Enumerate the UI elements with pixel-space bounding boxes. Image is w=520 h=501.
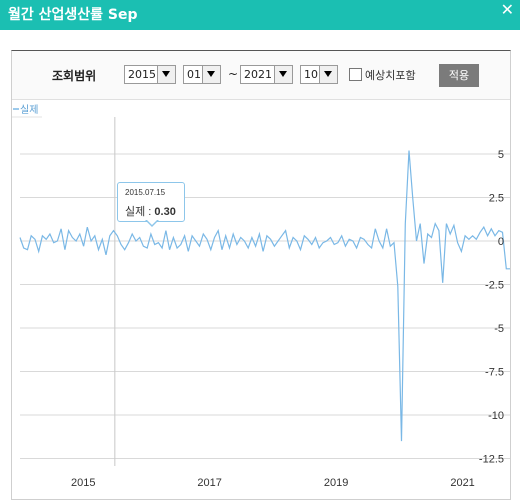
tooltip-arrow-inner [146, 219, 158, 225]
y-tick-label: 5 [498, 149, 504, 161]
y-tick-label: 0 [498, 236, 504, 248]
x-tick-label: 2021 [450, 477, 474, 489]
y-tick-label: 2.5 [489, 193, 504, 205]
x-tick-label: 2017 [197, 477, 221, 489]
y-tick-label: -10 [488, 410, 504, 422]
series-line-actual [19, 150, 510, 442]
tooltip-value-row: 실제 : 0.30 [125, 203, 176, 219]
y-tick-label: -2.5 [485, 280, 504, 292]
tooltip: 2015.07.15 실제 : 0.30 [117, 182, 185, 228]
y-tick-label: -12.5 [479, 454, 504, 466]
tooltip-label: 실제 : [125, 206, 155, 218]
tooltip-box: 2015.07.15 실제 : 0.30 [117, 182, 185, 222]
x-tick-label: 2019 [324, 477, 348, 489]
legend-label: 실제 [20, 104, 38, 116]
line-chart: 5 2.5 0 -2.5 -5 -7.5 -10 -12.5 2015 2017 2019 2021 실… [12, 104, 510, 489]
y-tick-label: -5 [494, 323, 504, 335]
x-tick-label: 2015 [71, 477, 95, 489]
y-tick-label: -7.5 [485, 367, 504, 379]
tooltip-value: 0.30 [154, 206, 176, 218]
tooltip-date: 2015.07.15 [125, 188, 166, 197]
